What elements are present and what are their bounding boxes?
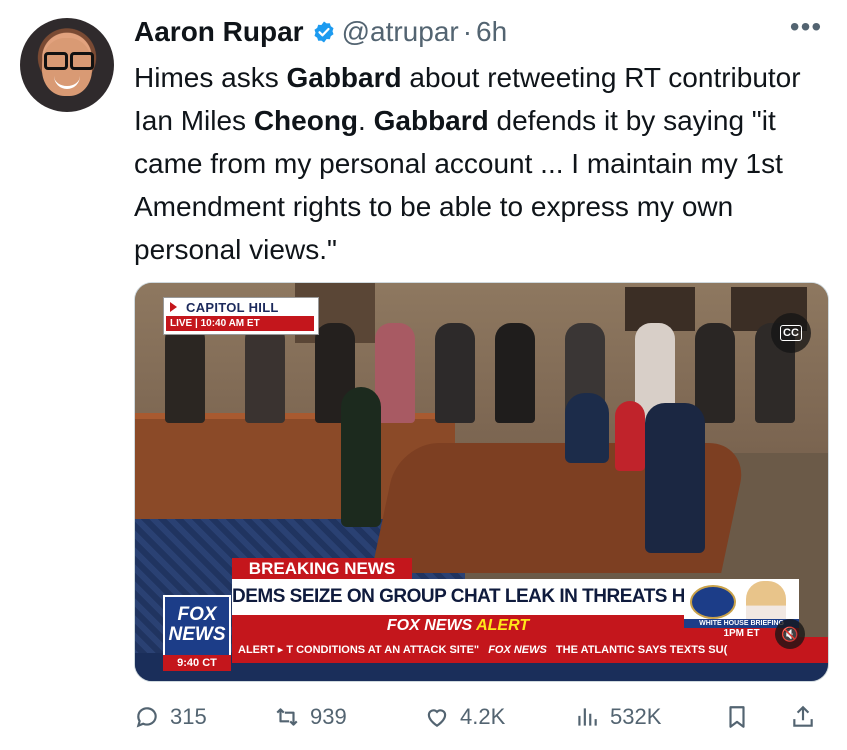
tweet-text-bold-segment: Gabbard (373, 105, 489, 136)
audience-member (165, 323, 205, 423)
avatar-glasses-right (70, 52, 94, 70)
like-count: 4.2K (460, 704, 506, 729)
news-headline: DEMS SEIZE ON GROUP CHAT LEAK IN THREATS… (232, 579, 684, 615)
repost-icon (276, 708, 298, 726)
news-ticker: ALERT ▸ T CONDITIONS AT AN ATTACK SITE" … (232, 637, 828, 663)
location-title: CAPITOL HILL (186, 300, 279, 315)
tweet-text-segment: . (358, 105, 374, 136)
tweet-text-segment: Himes asks (134, 62, 287, 93)
cc-icon: CC (780, 325, 802, 341)
audience-member (245, 323, 285, 423)
tweet-text-bold-segment: Cheong (253, 105, 359, 136)
views-chart-icon (578, 708, 597, 726)
audience-member (375, 323, 415, 423)
live-indicator: LIVE | 10:40 AM ET (166, 316, 314, 331)
ticker-text-2: THE ATLANTIC SAYS TEXTS SU( (555, 644, 728, 656)
fox-news-logo: FOX NEWS (163, 595, 231, 657)
view-count: 532K (610, 704, 662, 729)
witness (615, 401, 645, 471)
tweet-text-bold-segment: Gabbard (286, 62, 402, 93)
repost-count: 939 (310, 704, 347, 729)
author-handle[interactable]: @atrupar (342, 16, 459, 48)
like-button[interactable]: 4.2K (424, 700, 505, 734)
breaking-news-label: BREAKING NEWS (232, 558, 412, 580)
network-clock: 9:40 CT (163, 655, 231, 671)
tweet-actions: 315 939 4.2K 532K (134, 700, 827, 734)
tweet-header: Aaron Rupar @atrupar · 6h (134, 14, 507, 50)
speaker-muted-icon[interactable]: 🔇 (775, 619, 805, 649)
ticker-prefix: ALERT (238, 644, 275, 656)
audience-member (695, 323, 735, 423)
staff-person (341, 387, 381, 527)
tweet-text: Himes asks Gabbard about retweeting RT c… (134, 56, 834, 271)
alert-brand: FOX NEWS (386, 617, 473, 634)
ticker-text: T CONDITIONS AT AN ATTACK SITE" (286, 644, 480, 656)
views-button[interactable]: 532K (574, 700, 661, 734)
logo-line-2: NEWS (168, 624, 226, 645)
alert-word: ALERT (476, 617, 530, 634)
location-caption: CAPITOL HILL LIVE | 10:40 AM ET (163, 297, 319, 335)
captions-button[interactable]: CC (771, 313, 811, 353)
reply-count: 315 (170, 704, 207, 729)
audience-member (495, 323, 535, 423)
author-avatar[interactable] (20, 18, 114, 112)
reply-icon (136, 707, 157, 728)
avatar-glasses-left (44, 52, 68, 70)
share-button[interactable] (790, 700, 816, 734)
video-player[interactable]: CAPITOL HILL LIVE | 10:40 AM ET CC BREAK… (134, 282, 829, 682)
bookmark-button[interactable] (724, 700, 750, 734)
white-house-seal-icon (690, 585, 736, 619)
reply-button[interactable]: 315 (134, 700, 207, 734)
more-dots-icon[interactable]: ••• (786, 13, 826, 42)
meta-separator: · (462, 16, 473, 47)
tweet-timestamp[interactable]: 6h (476, 16, 507, 48)
caption-arrow-icon (170, 302, 177, 312)
fox-news-alert-banner: FOX NEWS ALERT (232, 615, 684, 637)
bookmark-icon (729, 706, 745, 728)
heart-icon (427, 709, 447, 727)
ticker-brand: FOX NEWS (488, 644, 547, 656)
repost-button[interactable]: 939 (274, 700, 347, 734)
verified-badge-icon (314, 21, 334, 43)
witness (565, 393, 609, 463)
logo-line-1: FOX (177, 604, 217, 625)
audience-member (435, 323, 475, 423)
witness (645, 403, 705, 553)
share-icon (793, 705, 813, 727)
author-name[interactable]: Aaron Rupar (134, 16, 304, 48)
